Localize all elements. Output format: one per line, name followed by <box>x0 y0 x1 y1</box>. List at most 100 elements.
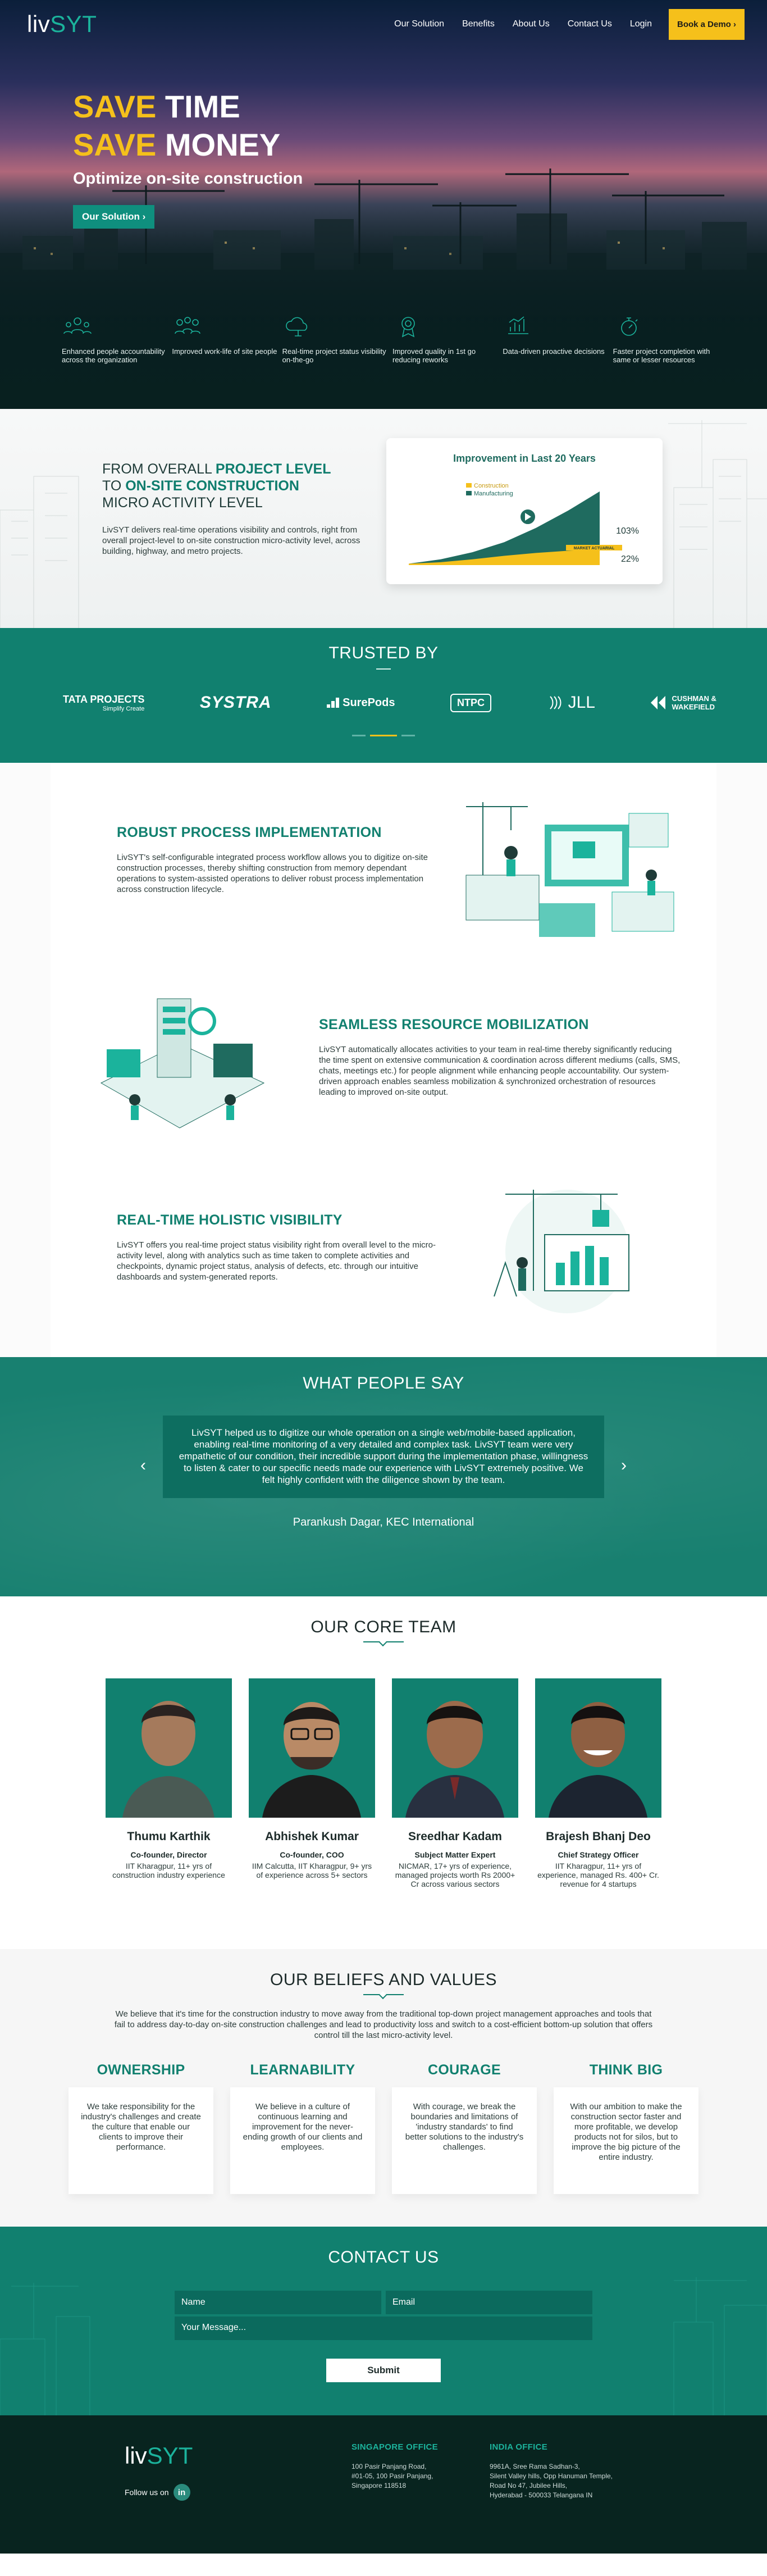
annotation-market: MARKET ACTUARIAL <box>574 547 615 550</box>
message-input[interactable] <box>175 2316 592 2340</box>
our-solution-button[interactable]: Our Solution › <box>73 205 155 229</box>
chart-title: Improvement in Last 20 Years <box>453 453 596 464</box>
member-description: IIT Kharagpur, 11+ yrs of experience, ma… <box>537 1862 659 1888</box>
feature-text: Faster project completion with same or l… <box>613 347 710 364</box>
surepods-mark-icon <box>327 698 340 708</box>
logo-jll: JLL <box>547 693 595 712</box>
hero-text: SAVE TIME SAVE MONEY Optimize on-site co… <box>73 88 303 229</box>
data-decisions-icon <box>508 316 529 334</box>
feature-item: Faster project completion with same or l… <box>613 315 721 364</box>
value-ownership: OWNERSHIP We take responsibility for the… <box>69 2062 213 2194</box>
testimonial-title: WHAT PEOPLE SAY <box>303 1374 464 1392</box>
annotation-manufacturing-value: 103% <box>616 526 639 536</box>
office-address-line: Silent Valley hills, Opp Hanuman Temple, <box>490 2472 613 2480</box>
member-role: Co-founder, Director <box>130 1850 207 1859</box>
people-accountability-icon <box>63 317 92 334</box>
value-text: With our ambition to make the constructi… <box>554 2087 698 2194</box>
office-address-line: 100 Pasir Panjang Road, <box>351 2463 427 2470</box>
member-role: Chief Strategy Officer <box>558 1850 639 1859</box>
beliefs-intro: We believe that it's time for the constr… <box>114 2009 653 2040</box>
member-role: Co-founder, COO <box>280 1850 344 1859</box>
hero-subtitle: Optimize on-site construction <box>73 170 303 188</box>
hero-heading-line-2: SAVE MONEY <box>73 127 281 162</box>
feature-item: Enhanced people accountability across th… <box>62 315 170 364</box>
legend-swatch-manufacturing <box>466 491 472 495</box>
improvement-copy: FROM OVERALL PROJECT LEVEL TO ON-SITE CO… <box>102 461 366 557</box>
title-underline <box>363 1641 404 1642</box>
feature-block-text: LivSYT's self-configurable integrated pr… <box>117 853 428 894</box>
logo-surepods: SurePods <box>327 697 395 709</box>
nav-link-contact-us[interactable]: Contact Us <box>568 19 612 29</box>
next-testimonial-button[interactable]: › <box>621 1456 627 1475</box>
feature-text: Enhanced people accountability across th… <box>62 347 165 364</box>
office-address-line: 9961A, Sree Rama Sadhan-3, <box>490 2463 580 2470</box>
legend-swatch-construction <box>466 483 472 488</box>
follow-us: Follow us on in <box>125 2484 190 2501</box>
team-members: Thumu Karthik Co-founder, Director IIT K… <box>0 1678 767 1888</box>
feature-block-text: LivSYT automatically allocates activitie… <box>319 1045 681 1097</box>
feature-block-title: ROBUST PROCESS IMPLEMENTATION <box>117 825 382 840</box>
feature-block-title: SEAMLESS RESOURCE MOBILIZATION <box>319 1017 589 1032</box>
value-text: We believe in a culture of continuous le… <box>230 2087 375 2194</box>
office-title: SINGAPORE OFFICE <box>351 2442 438 2452</box>
logo-tata-projects: TATA PROJECTS Simplify Create <box>63 693 145 712</box>
team-member-card: Abhishek Kumar Co-founder, COO IIM Calcu… <box>249 1678 375 1888</box>
legend-construction: Construction <box>474 483 509 489</box>
feature-item: Improved work-life of site people <box>172 315 280 364</box>
feature-text: Real-time project status visibility on-t… <box>282 347 386 364</box>
testimonial-section: WHAT PEOPLE SAY LivSYT helped us to digi… <box>0 1357 767 1596</box>
team-title: OUR CORE TEAM <box>311 1618 456 1636</box>
slider-dot[interactable] <box>401 735 415 736</box>
team-member-photo <box>249 1678 375 1818</box>
testimonial-author: Parankush Dagar, KEC International <box>293 1516 474 1528</box>
slider-dot-active[interactable] <box>370 735 397 736</box>
logo-ntpc: NTPC <box>450 693 492 712</box>
testimonial-quote: LivSYT helped us to digitize our whole o… <box>163 1416 604 1498</box>
book-demo-button[interactable]: Book a Demo › <box>668 8 745 40</box>
portrait-image <box>549 1702 647 1818</box>
hero-heading-line-1: SAVE TIME <box>73 89 240 124</box>
legend-manufacturing: Manufacturing <box>474 490 513 497</box>
quality-badge-icon <box>401 317 415 338</box>
nav-link-our-solution[interactable]: Our Solution <box>394 19 444 29</box>
feature-block-text: LivSYT offers you real-time project stat… <box>117 1240 436 1282</box>
cushman-mark-icon <box>650 696 665 709</box>
feature-block-process: ROBUST PROCESS IMPLEMENTATION LivSYT's s… <box>117 825 437 895</box>
stopwatch-icon <box>620 317 638 336</box>
improvement-heading: FROM OVERALL PROJECT LEVEL TO ON-SITE CO… <box>102 461 331 511</box>
member-role: Subject Matter Expert <box>414 1850 496 1859</box>
brand-logo[interactable]: livSYT <box>27 11 97 38</box>
footer-logo[interactable]: livSYT <box>125 2442 193 2469</box>
logo-cushman-wakefield: CUSHMAN & WAKEFIELD <box>650 694 716 711</box>
hero-section: livSYT Our Solution Benefits About Us Co… <box>0 0 767 409</box>
nav-link-login[interactable]: Login <box>630 19 652 29</box>
value-title: COURAGE <box>428 2062 501 2078</box>
submit-button[interactable]: Submit <box>326 2359 441 2382</box>
nav-links: Our Solution Benefits About Us Contact U… <box>376 8 745 40</box>
nav-link-benefits[interactable]: Benefits <box>462 19 495 29</box>
team-member-card: Brajesh Bhanj Deo Chief Strategy Officer… <box>535 1678 661 1888</box>
value-think-big: THINK BIG With our ambition to make the … <box>554 2062 698 2194</box>
logo-slider-dots[interactable] <box>0 735 767 736</box>
member-description: IIT Kharagpur, 11+ yrs of construction i… <box>112 1862 225 1879</box>
contact-form-row <box>175 2291 592 2314</box>
slider-dot[interactable] <box>352 735 366 736</box>
portrait-image <box>262 1702 361 1818</box>
value-text: We take responsibility for the industry'… <box>69 2087 213 2194</box>
title-underline <box>376 668 391 670</box>
logo-systra: SYSTRA <box>199 693 272 712</box>
improvement-chart: Improvement in Last 20 Years Constructio… <box>409 453 639 565</box>
value-courage: COURAGE With courage, we break the bound… <box>392 2062 537 2194</box>
core-team-section: OUR CORE TEAM Thumu Karthik Co-founder, … <box>0 1596 767 1949</box>
linkedin-icon[interactable]: in <box>173 2484 190 2501</box>
value-learnability: LEARNABILITY We believe in a culture of … <box>230 2062 375 2194</box>
cloud-status-icon <box>285 317 307 336</box>
improvement-paragraph: LivSYT delivers real-time operations vis… <box>102 525 360 556</box>
name-input[interactable] <box>175 2291 381 2314</box>
title-underline <box>363 1994 404 1995</box>
previous-testimonial-button[interactable]: ‹ <box>140 1456 146 1475</box>
nav-link-about-us[interactable]: About Us <box>513 19 550 29</box>
top-navigation: livSYT Our Solution Benefits About Us Co… <box>0 0 767 48</box>
email-input[interactable] <box>386 2291 592 2314</box>
annotation-construction-value: 22% <box>621 554 639 564</box>
